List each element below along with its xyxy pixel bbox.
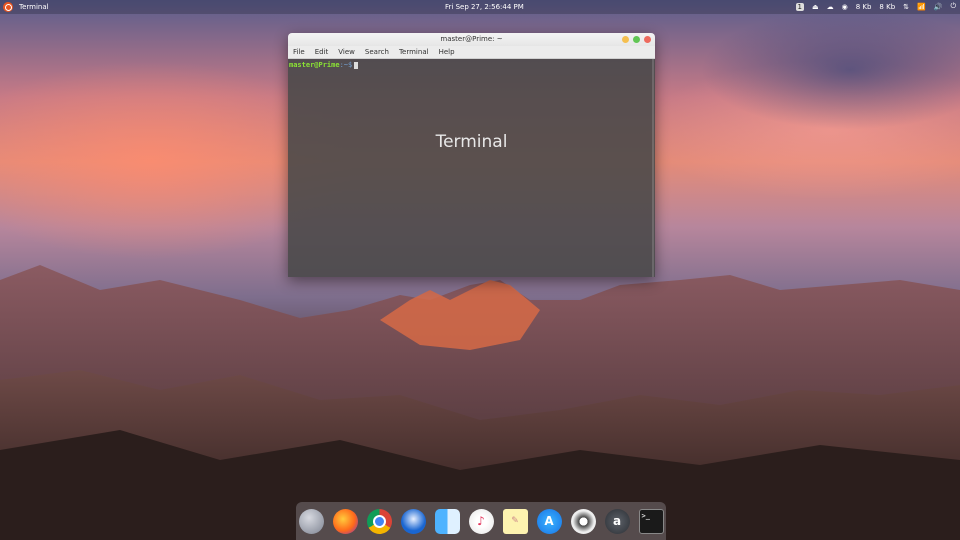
prompt-path: :~$ bbox=[339, 61, 353, 69]
camera-icon[interactable]: ◉ bbox=[842, 3, 848, 11]
chrome-icon[interactable] bbox=[366, 508, 392, 534]
window-controls bbox=[622, 36, 651, 43]
cloud-icon[interactable]: ☁ bbox=[827, 3, 834, 11]
menu-bar: File Edit View Search Terminal Help bbox=[288, 46, 655, 59]
wifi-icon[interactable]: 📶 bbox=[917, 3, 926, 11]
shell-prompt: master@Prime:~$ bbox=[289, 61, 359, 69]
net-speed-down[interactable]: 8 Kb bbox=[856, 3, 872, 11]
workspace-indicator[interactable]: 1 bbox=[795, 2, 804, 11]
ubuntu-logo-icon[interactable] bbox=[3, 2, 13, 12]
active-app-name[interactable]: Terminal bbox=[19, 3, 49, 11]
terminal-icon[interactable]: >_ bbox=[638, 508, 664, 534]
scrollbar[interactable] bbox=[652, 59, 654, 277]
window-title: master@Prime: ~ bbox=[440, 35, 503, 43]
menu-view[interactable]: View bbox=[338, 48, 355, 56]
terminal-content[interactable]: master@Prime:~$ Terminal bbox=[288, 59, 655, 277]
system-tray: 1 ⏏ ☁ ◉ 8 Kb 8 Kb ⇅ 📶 🔊 ⏻ bbox=[795, 2, 956, 11]
top-panel: Terminal Fri Sep 27, 2:56:44 PM 1 ⏏ ☁ ◉ … bbox=[0, 0, 960, 14]
settings-icon[interactable] bbox=[570, 508, 596, 534]
eject-icon[interactable]: ⏏ bbox=[812, 3, 819, 11]
thunderbird-icon[interactable] bbox=[400, 508, 426, 534]
window-titlebar[interactable]: master@Prime: ~ bbox=[288, 33, 655, 46]
minimize-button[interactable] bbox=[622, 36, 629, 43]
amazon-icon[interactable]: a bbox=[604, 508, 630, 534]
itunes-icon[interactable]: ♪ bbox=[468, 508, 494, 534]
text-cursor bbox=[354, 61, 359, 69]
dock: ♪ ✎ A a >_ bbox=[296, 502, 666, 540]
appstore-icon[interactable]: A bbox=[536, 508, 562, 534]
rocket-icon[interactable] bbox=[298, 508, 324, 534]
volume-icon[interactable]: 🔊 bbox=[934, 3, 943, 11]
menu-file[interactable]: File bbox=[293, 48, 305, 56]
close-button[interactable] bbox=[644, 36, 651, 43]
finder-icon[interactable] bbox=[434, 508, 460, 534]
terminal-window[interactable]: master@Prime: ~ File Edit View Search Te… bbox=[288, 33, 655, 277]
prompt-user: master@Prime bbox=[289, 61, 340, 69]
menu-help[interactable]: Help bbox=[439, 48, 455, 56]
notes-icon[interactable]: ✎ bbox=[502, 508, 528, 534]
clock[interactable]: Fri Sep 27, 2:56:44 PM bbox=[445, 3, 524, 11]
firefox-icon[interactable] bbox=[332, 508, 358, 534]
menu-edit[interactable]: Edit bbox=[315, 48, 329, 56]
terminal-watermark: Terminal bbox=[435, 132, 508, 152]
menu-terminal[interactable]: Terminal bbox=[399, 48, 429, 56]
power-icon[interactable]: ⏻ bbox=[950, 2, 956, 11]
menu-search[interactable]: Search bbox=[365, 48, 389, 56]
maximize-button[interactable] bbox=[633, 36, 640, 43]
net-speed-up[interactable]: 8 Kb bbox=[879, 3, 895, 11]
network-arrows-icon[interactable]: ⇅ bbox=[903, 3, 909, 11]
